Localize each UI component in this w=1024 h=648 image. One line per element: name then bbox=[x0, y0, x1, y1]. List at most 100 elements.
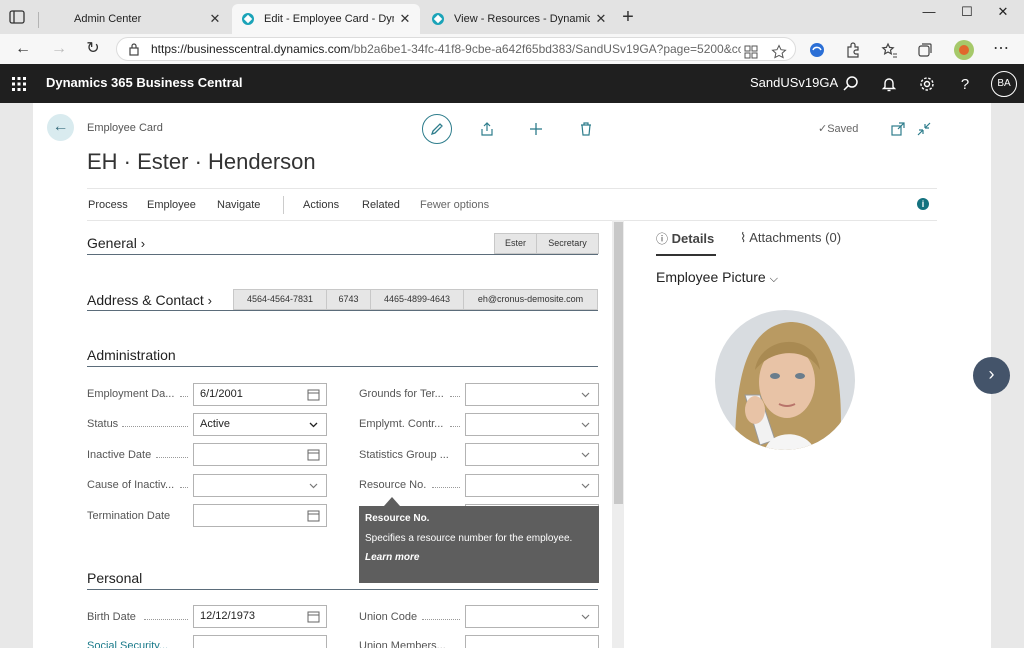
address-summary: 4564-4564-7831 6743 4465-4899-4643 eh@cr… bbox=[233, 289, 598, 310]
forward-arrow-icon[interactable]: → bbox=[48, 39, 70, 59]
field-tooltip: Resource No. Specifies a resource number… bbox=[359, 506, 599, 583]
app-launcher-icon[interactable] bbox=[12, 77, 26, 91]
favorite-star-icon[interactable] bbox=[771, 44, 787, 60]
menu-actions[interactable]: Actions bbox=[303, 199, 339, 211]
app-title[interactable]: Dynamics 365 Business Central bbox=[46, 75, 243, 90]
app-available-icon[interactable] bbox=[743, 44, 759, 60]
info-circle-icon: ⓘ bbox=[656, 232, 669, 246]
tooltip-title: Resource No. bbox=[365, 513, 430, 524]
maximize-button[interactable]: ☐ bbox=[955, 4, 979, 24]
user-avatar[interactable]: BA bbox=[991, 71, 1017, 97]
statistics-group-select[interactable] bbox=[465, 443, 599, 466]
refresh-icon[interactable]: ↻ bbox=[82, 39, 104, 59]
union-code-select[interactable] bbox=[465, 605, 599, 628]
union-membership-field[interactable] bbox=[465, 635, 599, 648]
url-text: https://businesscentral.dynamics.com/bb2… bbox=[151, 42, 741, 56]
chevron-down-icon bbox=[309, 422, 318, 428]
delete-trash-icon[interactable] bbox=[578, 121, 594, 137]
tab-close-icon[interactable]: ✕ bbox=[594, 11, 608, 27]
next-record-button[interactable]: › bbox=[973, 357, 1010, 394]
company-name[interactable]: SandUSv19GA bbox=[750, 75, 838, 90]
share-icon[interactable] bbox=[479, 121, 495, 137]
info-icon[interactable]: i bbox=[917, 198, 929, 210]
label-leader bbox=[450, 426, 460, 427]
tab-admin-center[interactable]: Admin Center ✕ bbox=[44, 4, 230, 34]
social-security-field[interactable] bbox=[193, 635, 327, 648]
saved-label: Saved bbox=[827, 123, 859, 135]
tab-employee-card[interactable]: Edit - Employee Card - Dynamics ✕ bbox=[232, 4, 420, 34]
back-arrow-icon[interactable]: ← bbox=[12, 39, 34, 59]
lock-icon bbox=[129, 43, 139, 56]
saved-status: ✓Saved bbox=[818, 122, 858, 135]
cause-of-inactivity-select[interactable] bbox=[193, 474, 327, 497]
tab-attachments[interactable]: ⌇ Attachments (0) bbox=[740, 230, 841, 246]
minimize-button[interactable]: — bbox=[917, 4, 941, 24]
new-plus-icon[interactable] bbox=[528, 121, 544, 137]
new-tab-button[interactable]: + bbox=[618, 7, 638, 28]
menu-navigate[interactable]: Navigate bbox=[217, 199, 260, 211]
back-button[interactable]: ← bbox=[47, 114, 74, 141]
section-personal-title[interactable]: Personal bbox=[87, 570, 142, 586]
grounds-for-termination-select[interactable] bbox=[465, 383, 599, 406]
pane-scrollbar-thumb[interactable] bbox=[614, 222, 623, 504]
favorites-icon[interactable] bbox=[880, 41, 898, 59]
label-leader bbox=[422, 619, 460, 620]
tab-close-icon[interactable]: ✕ bbox=[398, 11, 412, 27]
calendar-icon[interactable] bbox=[307, 388, 320, 401]
section-general-title[interactable]: General › bbox=[87, 235, 145, 251]
help-question-icon[interactable]: ? bbox=[956, 75, 974, 93]
inactive-date-field[interactable] bbox=[193, 443, 327, 466]
notifications-bell-icon[interactable] bbox=[880, 75, 898, 93]
learn-more-link[interactable]: Learn more bbox=[365, 552, 593, 563]
menu-fewer-options[interactable]: Fewer options bbox=[420, 199, 489, 211]
tab-close-icon[interactable]: ✕ bbox=[208, 11, 222, 27]
extensions-icon[interactable] bbox=[844, 41, 862, 59]
calendar-icon[interactable] bbox=[307, 610, 320, 623]
tab-resources[interactable]: View - Resources - Dynamics 365 ✕ bbox=[422, 4, 616, 34]
tab-details[interactable]: ⓘ Details bbox=[656, 230, 714, 247]
action-menu-bar: Process Employee Navigate Actions Relate… bbox=[87, 188, 937, 221]
section-address-title[interactable]: Address & Contact › bbox=[87, 292, 212, 308]
collapse-icon[interactable] bbox=[916, 121, 932, 137]
calendar-icon[interactable] bbox=[307, 448, 320, 461]
bc-header: Dynamics 365 Business Central SandUSv19G… bbox=[0, 64, 1024, 103]
menu-employee[interactable]: Employee bbox=[147, 199, 196, 211]
tooltip-arrow bbox=[384, 497, 400, 506]
menu-process[interactable]: Process bbox=[88, 199, 128, 211]
open-new-window-icon[interactable] bbox=[890, 121, 906, 137]
browser-tab-bar: Admin Center ✕ Edit - Employee Card - Dy… bbox=[0, 0, 1024, 34]
resource-no-select[interactable] bbox=[465, 474, 599, 497]
window-close-button[interactable]: ✕ bbox=[991, 4, 1015, 24]
employment-date-field[interactable]: 6/1/2001 bbox=[193, 383, 327, 406]
section-divider bbox=[87, 254, 598, 255]
calendar-icon[interactable] bbox=[307, 509, 320, 522]
url-field[interactable]: https://businesscentral.dynamics.com/bb2… bbox=[116, 37, 796, 61]
tab-actions-icon[interactable] bbox=[8, 8, 26, 26]
search-icon[interactable] bbox=[842, 75, 860, 93]
employee-picture-title[interactable]: Employee Picture ⌵ bbox=[656, 269, 778, 286]
menu-related[interactable]: Related bbox=[362, 199, 400, 211]
status-label: Status bbox=[87, 418, 119, 430]
edge-profile-icon[interactable] bbox=[808, 41, 826, 59]
termination-date-field[interactable] bbox=[193, 504, 327, 527]
employee-picture-label: Employee Picture bbox=[656, 269, 766, 285]
settings-gear-icon[interactable] bbox=[918, 75, 936, 93]
edit-button[interactable] bbox=[422, 114, 452, 144]
cause-of-inactivity-label: Cause of Inactiv... bbox=[87, 479, 175, 491]
label-leader bbox=[122, 426, 188, 427]
birth-date-field[interactable]: 12/12/1973 bbox=[193, 605, 327, 628]
tab-details-label: Details bbox=[671, 231, 715, 246]
section-divider bbox=[87, 589, 598, 590]
label-leader bbox=[180, 487, 188, 488]
employment-contract-select[interactable] bbox=[465, 413, 599, 436]
status-select[interactable]: Active bbox=[193, 413, 327, 436]
label-leader bbox=[180, 396, 188, 397]
chevron-down-icon bbox=[309, 483, 318, 489]
more-options-icon[interactable]: ⋯ bbox=[990, 39, 1012, 59]
birth-date-value: 12/12/1973 bbox=[200, 610, 256, 622]
employment-contract-label: Emplymt. Contr... bbox=[359, 418, 444, 430]
collections-icon[interactable] bbox=[916, 41, 934, 59]
user-profile-avatar-icon[interactable] bbox=[953, 39, 975, 61]
employment-date-value: 6/1/2001 bbox=[200, 388, 243, 400]
section-administration-title[interactable]: Administration bbox=[87, 347, 176, 363]
